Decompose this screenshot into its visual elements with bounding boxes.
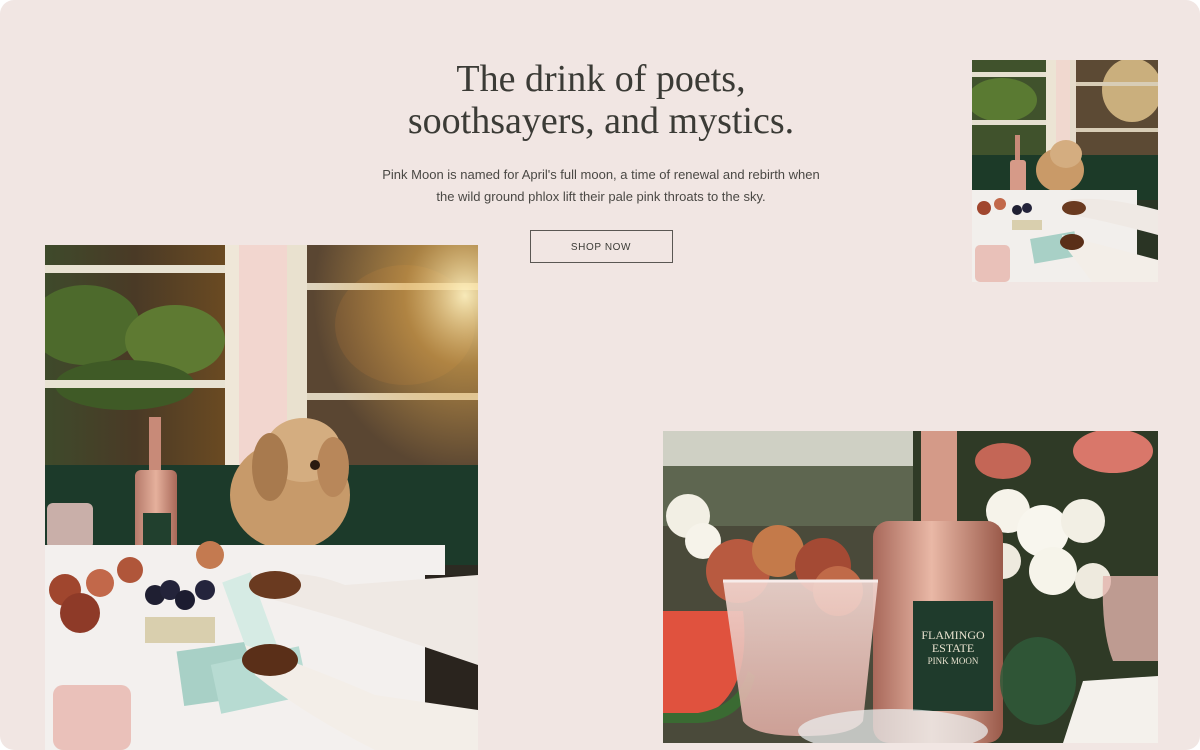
bottle-label-line-3: PINK MOON bbox=[927, 656, 979, 666]
lifestyle-photo-dog-at-table bbox=[45, 245, 478, 750]
lifestyle-photo-bottle-closeup: FLAMINGO ESTATE PINK MOON bbox=[663, 431, 1158, 743]
bottle-label-line-2: ESTATE bbox=[931, 641, 975, 655]
hero-section: The drink of poets, soothsayers, and mys… bbox=[300, 58, 902, 263]
hero-description-line-1: Pink Moon is named for April's full moon… bbox=[382, 167, 820, 182]
bottle-label: FLAMINGO ESTATE PINK MOON bbox=[915, 629, 991, 667]
hero-description-line-2: the wild ground phlox lift their pale pi… bbox=[436, 189, 766, 204]
page-frame: The drink of poets, soothsayers, and mys… bbox=[0, 0, 1200, 750]
headline: The drink of poets, soothsayers, and mys… bbox=[300, 58, 902, 142]
hero-description: Pink Moon is named for April's full moon… bbox=[371, 164, 831, 208]
shop-now-button[interactable]: SHOP NOW bbox=[529, 230, 673, 263]
lifestyle-photo-thumbnail bbox=[972, 60, 1158, 282]
headline-line-2: soothsayers, and mystics. bbox=[407, 100, 795, 142]
headline-line-1: The drink of poets, bbox=[456, 58, 746, 100]
